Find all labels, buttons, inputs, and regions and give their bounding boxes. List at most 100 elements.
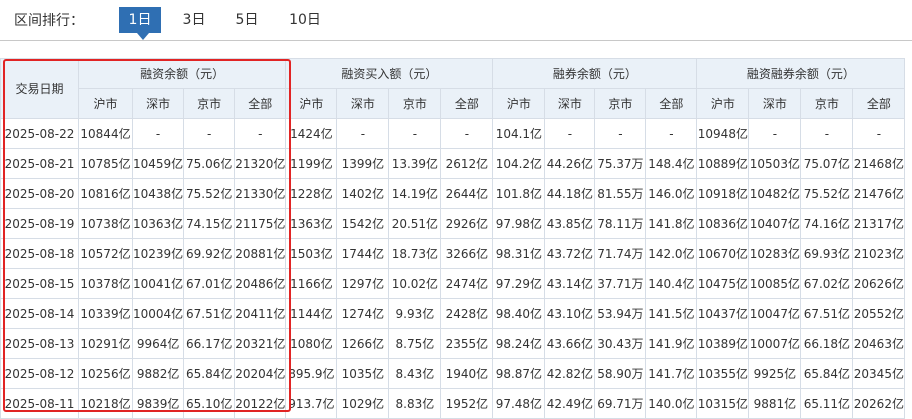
table-row: 2025-08-15 10378亿 10041亿 67.01亿 20486亿 1166亿 1… — [0, 268, 906, 299]
table-row: 2025-08-20 10816亿 10438亿 75.52亿 21330亿 1228亿 1… — [0, 178, 906, 209]
header-market-sh: 沪市 — [78, 88, 133, 119]
value-cell: 20881亿 — [234, 238, 287, 269]
header-market-all: 全部 — [234, 88, 287, 119]
header-market-all: 全部 — [645, 88, 698, 119]
value-cell: 1402亿 — [336, 178, 390, 209]
value-cell: 10437亿 — [696, 298, 750, 329]
value-cell: 10256亿 — [78, 358, 133, 389]
value-cell: 1399亿 — [336, 148, 390, 179]
value-cell: 14.19亿 — [388, 178, 442, 209]
value-cell: 141.8亿 — [645, 208, 698, 239]
header-margin-balance: 融资余额（元） — [77, 58, 287, 89]
value-cell: 43.66亿 — [544, 328, 596, 359]
table-body: 2025-08-22 10844亿 - - -1424亿 - - -104.1亿 - - -1094… — [0, 118, 906, 419]
value-cell: 10355亿 — [696, 358, 750, 389]
value-cell: 21320亿 — [234, 148, 287, 179]
value-cell: 67.01亿 — [183, 268, 236, 299]
table-row: 2025-08-21 10785亿 10459亿 75.06亿 21320亿 1199亿 1… — [0, 148, 906, 179]
value-cell: 20552亿 — [852, 298, 906, 329]
active-tab-pointer-icon — [137, 33, 149, 40]
value-cell: 1199亿 — [285, 148, 338, 179]
value-cell: 1144亿 — [285, 298, 338, 329]
value-cell: 20122亿 — [234, 388, 287, 419]
value-cell: 2612亿 — [440, 148, 494, 179]
tab-3-day[interactable]: 3日 — [172, 7, 216, 33]
value-cell: 9964亿 — [131, 328, 185, 359]
value-cell: 1228亿 — [285, 178, 338, 209]
trade-date-cell: 2025-08-14 — [0, 298, 79, 329]
value-cell: 67.51亿 — [183, 298, 236, 329]
value-cell: 65.84亿 — [800, 358, 854, 389]
value-cell: 18.73亿 — [388, 238, 442, 269]
value-cell: 10475亿 — [696, 268, 750, 299]
value-cell: 20411亿 — [234, 298, 287, 329]
value-cell: 98.87亿 — [492, 358, 546, 389]
value-cell: 10378亿 — [78, 268, 133, 299]
value-cell: 148.4亿 — [645, 148, 698, 179]
value-cell: 1363亿 — [285, 208, 338, 239]
value-cell: 10007亿 — [748, 328, 802, 359]
header-market-sh: 沪市 — [285, 88, 338, 119]
value-cell: 37.71万 — [594, 268, 647, 299]
value-cell: 44.26亿 — [544, 148, 596, 179]
value-cell: 10407亿 — [748, 208, 802, 239]
header-market-all: 全部 — [440, 88, 494, 119]
value-cell: - — [131, 118, 185, 149]
value-cell: 58.90万 — [594, 358, 647, 389]
table-row: 2025-08-13 10291亿 9964亿 66.17亿 20321亿 1080亿 12… — [0, 328, 906, 359]
value-cell: 10459亿 — [131, 148, 185, 179]
header-market-sz: 深市 — [748, 88, 802, 119]
value-cell: 10239亿 — [131, 238, 185, 269]
value-cell: 20.51亿 — [388, 208, 442, 239]
trade-date-cell: 2025-08-11 — [0, 388, 79, 419]
value-cell: 9839亿 — [131, 388, 185, 419]
value-cell: - — [748, 118, 802, 149]
value-cell: 75.06亿 — [183, 148, 236, 179]
value-cell: 146.0亿 — [645, 178, 698, 209]
value-cell: 2926亿 — [440, 208, 494, 239]
value-cell: - — [336, 118, 390, 149]
header-short-balance: 融券余额（元） — [492, 58, 698, 89]
value-cell: - — [852, 118, 906, 149]
value-cell: 8.75亿 — [388, 328, 442, 359]
header-market-sh: 沪市 — [696, 88, 750, 119]
value-cell: 97.48亿 — [492, 388, 546, 419]
value-cell: 21468亿 — [852, 148, 906, 179]
value-cell: 69.71万 — [594, 388, 647, 419]
value-cell: - — [645, 118, 698, 149]
header-market-sz: 深市 — [131, 88, 185, 119]
tab-5-day[interactable]: 5日 — [225, 7, 269, 33]
value-cell: 20262亿 — [852, 388, 906, 419]
value-cell: 10836亿 — [696, 208, 750, 239]
divider — [0, 40, 912, 41]
value-cell: 1424亿 — [285, 118, 338, 149]
value-cell: 65.11亿 — [800, 388, 854, 419]
value-cell: 98.24亿 — [492, 328, 546, 359]
value-cell: 65.10亿 — [183, 388, 236, 419]
value-cell: 8.43亿 — [388, 358, 442, 389]
table-row: 2025-08-12 10256亿 9882亿 65.84亿 20204亿 895.9亿 1… — [0, 358, 906, 389]
value-cell: 9881亿 — [748, 388, 802, 419]
value-cell: 44.18亿 — [544, 178, 596, 209]
table-row: 2025-08-14 10339亿 10004亿 67.51亿 20411亿 1144亿 1… — [0, 298, 906, 329]
value-cell: 10438亿 — [131, 178, 185, 209]
value-cell: 10503亿 — [748, 148, 802, 179]
header-market-all: 全部 — [852, 88, 906, 119]
value-cell: 21175亿 — [234, 208, 287, 239]
trade-date-cell: 2025-08-15 — [0, 268, 79, 299]
value-cell: 1166亿 — [285, 268, 338, 299]
value-cell: 67.51亿 — [800, 298, 854, 329]
tab-10-day[interactable]: 10日 — [279, 7, 331, 33]
value-cell: 1503亿 — [285, 238, 338, 269]
value-cell: 20321亿 — [234, 328, 287, 359]
tab-1-day[interactable]: 1日 — [119, 7, 161, 33]
value-cell: 98.31亿 — [492, 238, 546, 269]
value-cell: 75.52亿 — [800, 178, 854, 209]
value-cell: 53.94万 — [594, 298, 647, 329]
value-cell: 10918亿 — [696, 178, 750, 209]
value-cell: 2355亿 — [440, 328, 494, 359]
value-cell: 43.14亿 — [544, 268, 596, 299]
value-cell: 141.9亿 — [645, 328, 698, 359]
header-market-sh: 沪市 — [492, 88, 546, 119]
table-row: 2025-08-19 10738亿 10363亿 74.15亿 21175亿 1363亿 1… — [0, 208, 906, 239]
